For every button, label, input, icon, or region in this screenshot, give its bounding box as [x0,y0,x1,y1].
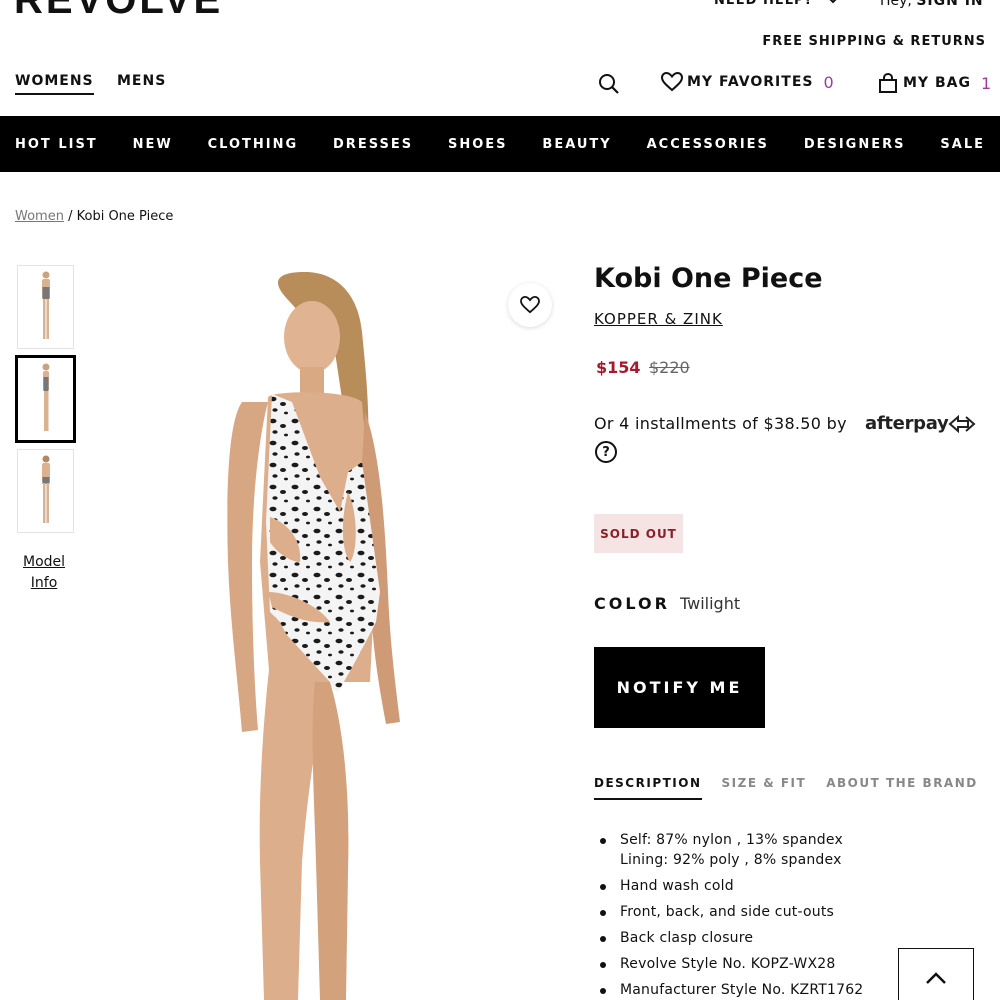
sold-out-badge: SOLD OUT [594,514,683,553]
sign-in-link[interactable]: Hey, SIGN IN [880,0,984,9]
greeting-text: Hey, [880,0,912,9]
thumbnail-front[interactable] [17,265,74,349]
need-help-menu[interactable]: NEED HELP? [714,0,839,8]
model-info-line1: Model [23,554,66,570]
afterpay-info-icon[interactable]: ? [595,441,617,463]
product-info-tabs: DESCRIPTION SIZE & FIT ABOUT THE BRAND [594,776,998,800]
color-value: Twilight [680,594,741,613]
scroll-to-top-button[interactable] [898,948,974,1000]
thumbnail-back[interactable] [17,449,74,533]
heart-icon [520,296,540,314]
list-item: Hand wash cold [598,876,863,896]
heart-icon [661,72,683,92]
breadcrumb-current: Kobi One Piece [76,209,174,224]
add-to-favorites-button[interactable] [508,283,552,327]
chevron-down-icon [827,0,839,7]
bag-count: 1 [980,73,993,93]
tab-about-brand[interactable]: ABOUT THE BRAND [826,776,978,800]
nav-beauty[interactable]: BEAUTY [542,137,611,152]
product-main-image[interactable] [180,262,480,1000]
search-icon[interactable] [598,73,620,95]
bag-label: MY BAG [903,75,971,91]
nav-sale[interactable]: SALE [940,137,985,152]
nav-accessories[interactable]: ACCESSORIES [647,137,769,152]
nav-dresses[interactable]: DRESSES [333,137,413,152]
notify-me-button[interactable]: NOTIFY ME [594,647,765,728]
revolve-logo[interactable]: REVOLVE [14,0,223,23]
model-info-line2: Info [30,575,58,591]
model-info-link[interactable]: Model Info [23,552,65,594]
breadcrumb-separator: / [68,209,73,224]
nav-designers[interactable]: DESIGNERS [804,137,906,152]
thumbnail-list [15,265,76,539]
list-item: Front, back, and side cut-outs [598,902,863,922]
tab-womens[interactable]: WOMENS [15,73,94,95]
description-list: Self: 87% nylon , 13% spandex Lining: 92… [598,830,863,1000]
tab-description[interactable]: DESCRIPTION [594,776,702,800]
sale-price: $154 [596,358,641,377]
my-bag-link[interactable]: MY BAG 1 [877,72,992,94]
original-price: $220 [649,358,690,377]
sign-in-label: SIGN IN [916,0,984,9]
favorites-label: MY FAVORITES [687,74,814,90]
breadcrumb-women[interactable]: Women [15,209,64,224]
favorites-count: 0 [823,72,835,92]
tab-size-fit[interactable]: SIZE & FIT [722,776,807,800]
product-brand-link[interactable]: KOPPER & ZINK [594,310,723,328]
category-nav: HOT LIST NEW CLOTHING DRESSES SHOES BEAU… [0,116,1000,172]
nav-clothing[interactable]: CLOTHING [208,137,299,152]
chevron-up-icon [926,972,946,984]
need-help-label: NEED HELP? [714,0,814,8]
my-favorites-link[interactable]: MY FAVORITES 0 [661,72,835,92]
product-title: Kobi One Piece [594,263,823,294]
tab-mens[interactable]: MENS [117,73,166,89]
thumbnail-side[interactable] [15,355,76,443]
fabric-self: Self: 87% nylon , 13% spandex [620,832,843,848]
installments-text: Or 4 installments of $38.50 by [594,414,847,433]
afterpay-wordmark: afterpay [865,413,949,434]
fabric-lining: Lining: 92% poly , 8% spandex [620,852,842,868]
afterpay-arrows-icon [948,414,977,433]
free-shipping-banner[interactable]: FREE SHIPPING & RETURNS [762,34,986,49]
list-item: Back clasp closure [598,928,863,948]
shopping-bag-icon [879,72,897,93]
nav-shoes[interactable]: SHOES [448,137,508,152]
list-item: Revolve Style No. KOPZ-WX28 [598,954,863,974]
afterpay-logo: afterpay [865,413,977,434]
list-item: Manufacturer Style No. KZRT1762 [598,980,863,1000]
list-item: Self: 87% nylon , 13% spandex Lining: 92… [598,830,863,870]
breadcrumb: Women / Kobi One Piece [15,209,173,224]
nav-new[interactable]: NEW [133,137,173,152]
nav-hot-list[interactable]: HOT LIST [15,137,98,152]
color-label: COLOR [594,594,670,613]
